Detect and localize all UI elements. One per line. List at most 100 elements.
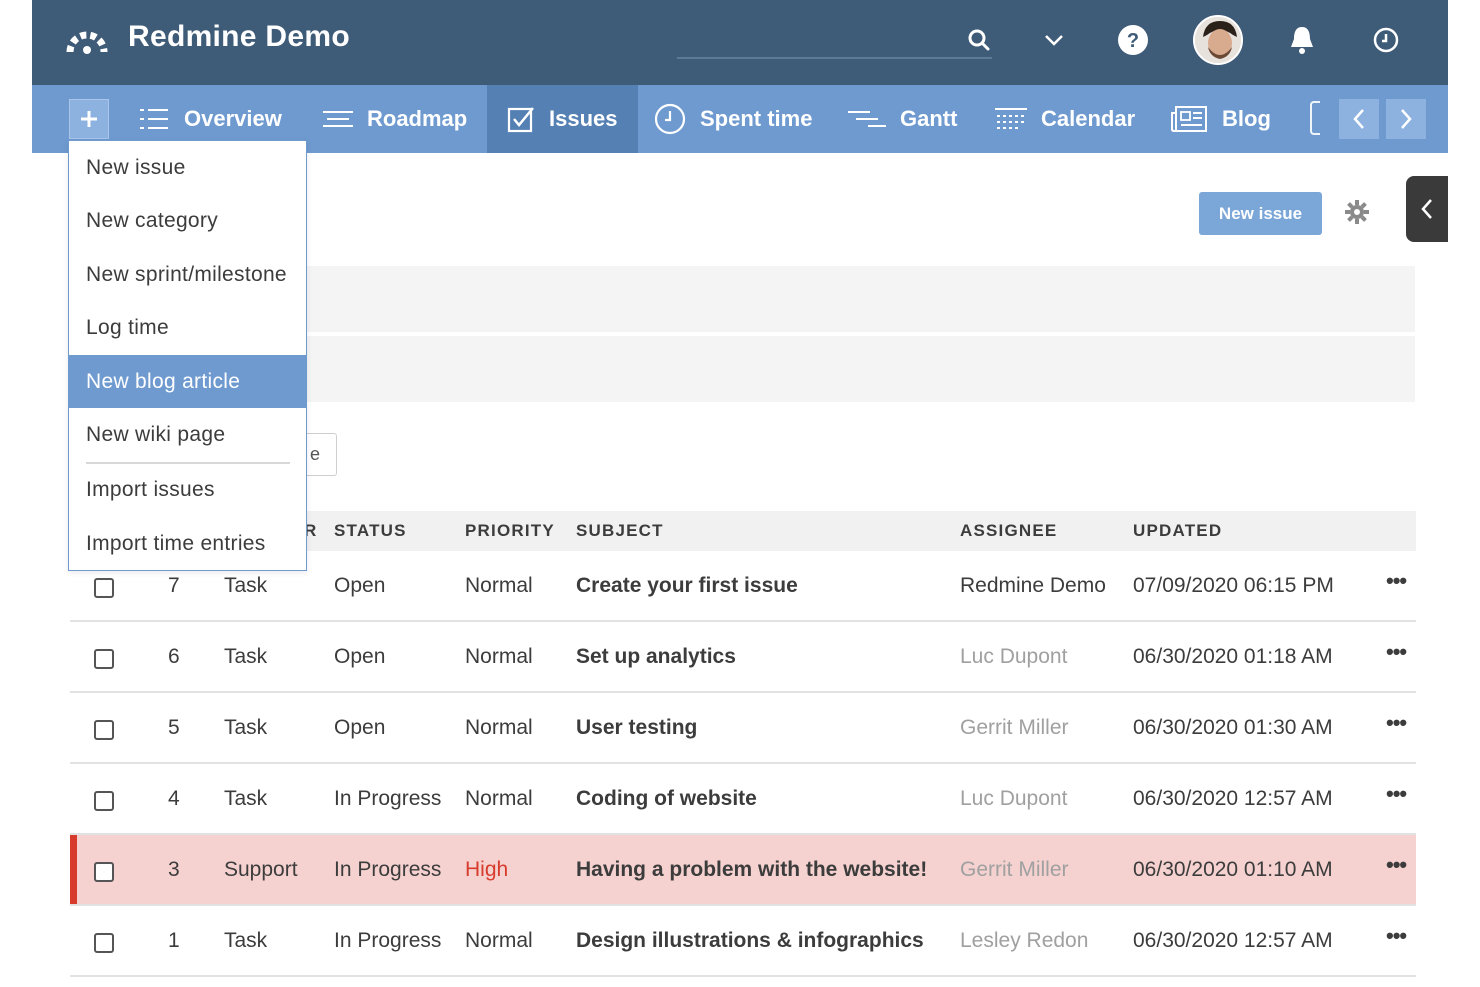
gear-icon[interactable] <box>1344 199 1370 225</box>
issue-priority: Normal <box>465 716 533 739</box>
issue-id[interactable]: 4 <box>168 764 180 833</box>
column-subject[interactable]: SUBJECT <box>576 511 664 551</box>
tab-issues[interactable]: Issues <box>487 85 638 153</box>
checkbox-icon <box>507 105 535 133</box>
tab-label: Calendar <box>1041 106 1136 131</box>
row-actions-button[interactable]: ••• <box>1386 764 1407 833</box>
column-assignee[interactable]: ASSIGNEE <box>960 511 1057 551</box>
chevron-right-icon <box>1401 109 1412 129</box>
menu-item-new-issue[interactable]: New issue <box>69 141 306 194</box>
issue-assignee[interactable]: Redmine Demo <box>960 551 1106 620</box>
row-checkbox[interactable] <box>94 649 114 669</box>
tab-blog[interactable]: Blog <box>1170 85 1271 153</box>
issue-subject-link[interactable]: Create your first issue <box>576 551 798 620</box>
row-checkbox[interactable] <box>94 578 114 598</box>
issue-tracker: Support <box>224 858 298 881</box>
issue-priority: Normal <box>465 929 533 952</box>
menu-item-new-blog-article[interactable]: New blog article <box>69 355 306 408</box>
menu-item-log-time[interactable]: Log time <box>69 301 306 354</box>
column-updated[interactable]: UPDATED <box>1133 511 1222 551</box>
gantt-icon <box>848 109 886 129</box>
issue-id[interactable]: 3 <box>168 835 180 904</box>
issue-subject-link[interactable]: User testing <box>576 693 697 762</box>
plus-icon <box>81 111 97 127</box>
issue-priority: High <box>465 858 509 881</box>
table-row[interactable]: 4 Task In Progress Normal Coding of webs… <box>70 764 1416 835</box>
app-title[interactable]: Redmine Demo <box>128 20 350 54</box>
issue-assignee[interactable]: Luc Dupont <box>960 764 1067 833</box>
logo-icon[interactable] <box>66 22 108 54</box>
column-status[interactable]: STATUS <box>334 511 407 551</box>
avatar[interactable] <box>1193 15 1243 65</box>
table-row[interactable]: 6 Task Open Normal Set up analytics Luc … <box>70 622 1416 693</box>
clock-icon[interactable] <box>1368 22 1404 58</box>
row-actions-button[interactable]: ••• <box>1386 551 1407 620</box>
add-new-button[interactable] <box>69 99 109 139</box>
tab-label: Blog <box>1222 106 1271 131</box>
issue-status: Open <box>334 645 386 668</box>
table-row[interactable]: 1 Task In Progress Normal Design illustr… <box>70 906 1416 977</box>
issue-id[interactable]: 6 <box>168 622 180 691</box>
tab-gantt[interactable]: Gantt <box>848 85 957 153</box>
issue-updated: 06/30/2020 01:18 AM <box>1133 645 1333 668</box>
issue-status: In Progress <box>334 787 442 810</box>
issue-assignee[interactable]: Gerrit Miller <box>960 693 1069 762</box>
row-actions-button[interactable]: ••• <box>1386 622 1407 691</box>
menu-item-new-sprint[interactable]: New sprint/milestone <box>69 248 306 301</box>
row-checkbox[interactable] <box>94 933 114 953</box>
row-checkbox[interactable] <box>94 862 114 882</box>
issue-subject-link[interactable]: Coding of website <box>576 764 757 833</box>
search-icon[interactable] <box>961 22 997 58</box>
chevron-left-icon <box>1353 109 1364 129</box>
top-header: Redmine Demo ? <box>32 0 1448 85</box>
column-priority[interactable]: PRIORITY <box>465 511 555 551</box>
tab-label: Overview <box>184 106 282 131</box>
row-actions-button[interactable]: ••• <box>1386 835 1407 904</box>
row-actions-button[interactable]: ••• <box>1386 906 1407 975</box>
issue-tracker: Task <box>224 787 268 810</box>
issue-subject-link[interactable]: Set up analytics <box>576 622 736 691</box>
newspaper-icon <box>1170 105 1208 133</box>
sidebar-toggle-button[interactable] <box>1406 176 1448 242</box>
issue-priority: Normal <box>465 645 533 668</box>
row-checkbox[interactable] <box>94 720 114 740</box>
add-new-dropdown-menu: New issue New category New sprint/milest… <box>68 140 307 571</box>
bell-icon[interactable] <box>1284 22 1320 58</box>
table-row-high-priority[interactable]: 3 Support In Progress High Having a prob… <box>70 835 1416 906</box>
row-checkbox[interactable] <box>94 791 114 811</box>
svg-text:?: ? <box>1127 30 1139 52</box>
nav-scroll-left-button[interactable] <box>1339 99 1379 139</box>
tab-spent-time[interactable]: Spent time <box>654 85 812 153</box>
tab-label: Roadmap <box>367 106 468 131</box>
clock-icon <box>654 103 686 135</box>
tab-partial-hidden[interactable] <box>1310 101 1320 135</box>
tab-roadmap[interactable]: Roadmap <box>323 85 467 153</box>
issue-id[interactable]: 1 <box>168 906 180 975</box>
menu-item-new-wiki-page[interactable]: New wiki page <box>69 408 306 461</box>
search-input[interactable] <box>677 57 992 59</box>
issue-updated: 06/30/2020 01:10 AM <box>1133 858 1333 881</box>
issue-status: In Progress <box>334 858 442 881</box>
menu-item-import-time-entries[interactable]: Import time entries <box>69 517 306 570</box>
new-issue-button[interactable]: New issue <box>1199 192 1322 235</box>
menu-item-import-issues[interactable]: Import issues <box>69 463 306 516</box>
menu-item-new-category[interactable]: New category <box>69 194 306 247</box>
roadmap-icon <box>323 108 353 130</box>
row-actions-button[interactable]: ••• <box>1386 693 1407 762</box>
calendar-icon <box>995 106 1027 132</box>
issue-assignee[interactable]: Lesley Redon <box>960 906 1088 975</box>
issue-updated: 06/30/2020 01:30 AM <box>1133 716 1333 739</box>
tab-calendar[interactable]: Calendar <box>995 85 1135 153</box>
issue-subject-link[interactable]: Design illustrations & infographics <box>576 906 924 975</box>
issue-assignee[interactable]: Luc Dupont <box>960 622 1067 691</box>
issue-assignee[interactable]: Gerrit Miller <box>960 835 1069 904</box>
chevron-left-icon <box>1421 199 1432 219</box>
list-icon <box>140 107 170 131</box>
issue-subject-link[interactable]: Having a problem with the website! <box>576 835 927 904</box>
nav-scroll-right-button[interactable] <box>1386 99 1426 139</box>
issue-id[interactable]: 5 <box>168 693 180 762</box>
chevron-down-icon[interactable] <box>1036 22 1072 58</box>
help-icon[interactable]: ? <box>1115 22 1151 58</box>
table-row[interactable]: 5 Task Open Normal User testing Gerrit M… <box>70 693 1416 764</box>
issue-status: Open <box>334 574 386 597</box>
